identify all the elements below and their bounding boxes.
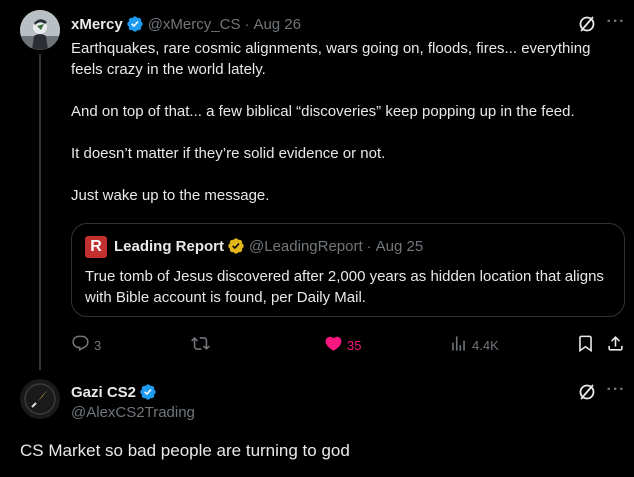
tweet-text: CS Market so bad people are turning to g… xyxy=(20,441,350,460)
quote-author-handle: @LeadingReport xyxy=(249,237,363,255)
author-handle[interactable]: @xMercy_CS xyxy=(148,16,241,33)
views-button[interactable]: 4.4K xyxy=(449,333,499,357)
timeline: xMercy @xMercy_CS · Aug 26 ··· Earthquak… xyxy=(0,0,634,477)
quote-author-name: Leading Report xyxy=(114,237,225,255)
tweet-date[interactable]: Aug 26 xyxy=(253,16,301,33)
share-icon xyxy=(606,334,625,356)
quote-header: Leading Report @LeadingReport · Aug 25 xyxy=(114,237,423,255)
separator-dot: · xyxy=(244,15,250,33)
repost-button[interactable] xyxy=(191,333,214,357)
author-handle[interactable]: @AlexCS2Trading xyxy=(71,404,195,421)
quote-text: True tomb of Jesus discovered after 2,00… xyxy=(85,268,604,306)
bookmark-icon xyxy=(576,334,595,356)
tweet-paragraph: Earthquakes, rare cosmic alignments, war… xyxy=(71,40,591,78)
like-button[interactable]: 35 xyxy=(324,333,361,357)
like-icon xyxy=(324,334,343,356)
verified-badge-icon xyxy=(139,383,157,401)
thread-line xyxy=(39,54,41,370)
tweet-actions: 3 35 4.4K xyxy=(71,333,626,357)
more-icon[interactable]: ··· xyxy=(606,380,626,400)
tweet-paragraph: And on top of that... a few biblical “di… xyxy=(71,103,575,120)
views-icon xyxy=(449,334,468,356)
author-name[interactable]: Gazi CS2 xyxy=(71,384,136,401)
bookmark-button[interactable] xyxy=(576,333,595,357)
tweet-paragraph: It doesn’t matter if they’re solid evide… xyxy=(71,145,386,162)
grok-icon[interactable] xyxy=(577,382,597,402)
more-icon[interactable]: ··· xyxy=(606,12,626,32)
avatar[interactable] xyxy=(20,10,60,50)
share-button[interactable] xyxy=(606,333,625,357)
verified-badge-icon xyxy=(227,237,245,255)
reply-button[interactable]: 3 xyxy=(71,333,101,357)
repost-icon xyxy=(191,334,210,356)
views-count: 4.4K xyxy=(472,337,499,353)
reply-icon xyxy=(71,334,90,356)
grok-icon[interactable] xyxy=(577,14,597,34)
author-name[interactable]: xMercy xyxy=(71,16,123,33)
verified-badge-icon xyxy=(126,15,144,33)
like-count: 35 xyxy=(347,337,362,353)
tweet-paragraph: Just wake up to the message. xyxy=(71,187,270,204)
reply-count: 3 xyxy=(94,337,102,353)
quote-date: Aug 25 xyxy=(375,237,424,255)
tweet-xmercy[interactable]: xMercy @xMercy_CS · Aug 26 ··· Earthquak… xyxy=(0,0,634,370)
tweet-header: xMercy @xMercy_CS · Aug 26 xyxy=(71,14,301,34)
tweet-text: Earthquakes, rare cosmic alignments, war… xyxy=(71,38,626,206)
avatar[interactable] xyxy=(20,379,60,419)
separator-dot: · xyxy=(366,237,372,255)
quote-avatar[interactable]: R xyxy=(85,236,107,258)
tweet-header: Gazi CS2 xyxy=(71,383,161,401)
quoted-tweet-card[interactable]: R Leading Report @LeadingReport · Aug 25… xyxy=(71,223,625,317)
